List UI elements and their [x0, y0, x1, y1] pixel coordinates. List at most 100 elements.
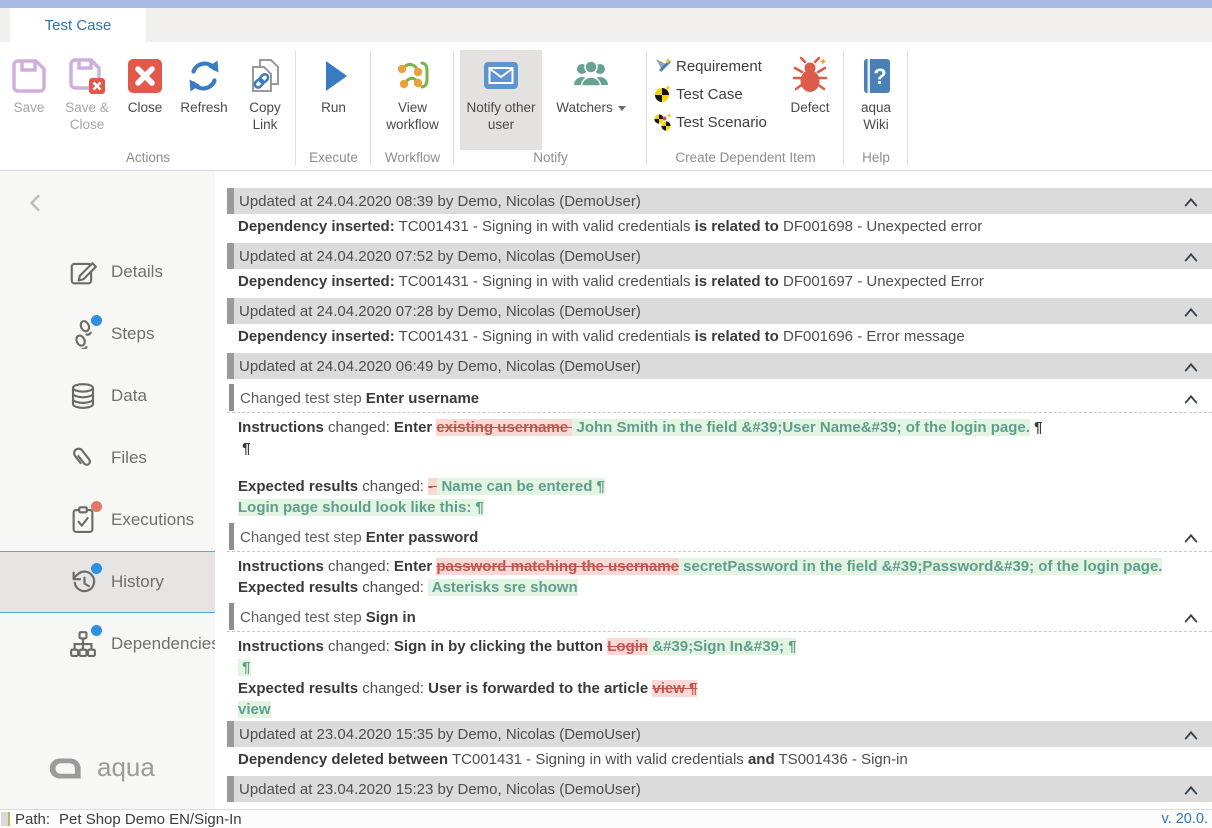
aqua-logo: aqua	[46, 752, 155, 783]
change-text: Sign in by clicking the button	[394, 638, 607, 655]
sidebar-collapse-button[interactable]	[26, 193, 46, 213]
sidebar-items: Details StepsDataFilesExecutions History De…	[0, 241, 215, 675]
run-label: Run	[321, 99, 346, 116]
chevron-down-icon	[618, 106, 626, 111]
change-text: changed:	[324, 638, 394, 655]
sidebar-item-details[interactable]: Details	[0, 241, 215, 303]
history-diff-line: Instructions changed: Enter existing use…	[227, 418, 1212, 438]
history-diff-line: Expected results changed: Asterisks sre …	[227, 578, 1212, 598]
history-entry-header[interactable]: Updated at 24.04.2020 07:28 by Demo, Nic…	[227, 298, 1212, 324]
sidebar-item-label: Details	[111, 262, 163, 282]
group-label-workflow: Workflow	[371, 150, 454, 165]
save-and-close-label: Save & Close	[56, 99, 118, 134]
collapse-chevron-icon[interactable]	[1183, 195, 1199, 207]
deleted-text: Login	[607, 638, 648, 655]
history-diff-line: ¶	[227, 658, 1212, 678]
history-diff-line: Instructions changed: Enter password mat…	[227, 557, 1212, 577]
change-text: TC001431 - Signing in with valid credent…	[395, 218, 695, 235]
group-label-notify: Notify	[454, 150, 647, 165]
inserted-text: view	[238, 701, 271, 718]
sidebar-item-executions[interactable]: Executions	[0, 489, 215, 551]
defect-label: Defect	[790, 99, 829, 116]
collapse-chevron-icon[interactable]	[1183, 305, 1199, 317]
history-entry-title: Updated at 24.04.2020 08:39 by Demo, Nic…	[239, 193, 641, 210]
save-icon	[9, 56, 49, 96]
watchers-button[interactable]: Watchers	[542, 50, 640, 116]
edit-icon	[68, 257, 98, 287]
history-change-text: Dependency deleted between TC001431 - Si…	[227, 750, 1212, 770]
create-requirement-button[interactable]: Requirement	[653, 52, 777, 80]
ribbon-group-execute: Run Execute	[296, 42, 371, 170]
refresh-label: Refresh	[180, 99, 227, 116]
defect-bug-icon	[790, 56, 830, 96]
history-diff-line: view	[227, 700, 1212, 720]
history-diff-line: Instructions changed: Sign in by clickin…	[227, 637, 1212, 657]
refresh-button[interactable]: Refresh	[172, 50, 236, 116]
close-button[interactable]: Close	[118, 50, 172, 116]
inserted-text: &#39;Sign In&#39; ¶	[648, 638, 796, 655]
collapse-chevron-icon[interactable]	[1183, 360, 1199, 372]
view-workflow-button[interactable]: View workflow	[374, 50, 452, 134]
create-defect-button[interactable]: Defect	[780, 50, 840, 116]
aqua-wiki-label: aqua Wiki	[848, 99, 904, 134]
history-entry-header[interactable]: Updated at 23.04.2020 15:35 by Demo, Nic…	[227, 721, 1212, 747]
change-text: Dependency deleted between	[238, 751, 448, 768]
history-list: Updated at 24.04.2020 08:39 by Demo, Nic…	[227, 188, 1212, 802]
window-titlebar	[0, 0, 1212, 8]
copy-link-button[interactable]: Copy Link	[236, 50, 294, 134]
sidebar-item-steps[interactable]: Steps	[0, 303, 215, 365]
test-step-change-header[interactable]: Changed test stepSign in	[227, 604, 1212, 632]
workflow-icon	[393, 56, 433, 96]
collapse-chevron-icon[interactable]	[1183, 611, 1199, 623]
create-test-case-button[interactable]: Test Case	[653, 80, 777, 108]
run-button[interactable]: Run	[307, 50, 361, 116]
save-label: Save	[14, 99, 45, 116]
history-entry-title: Updated at 23.04.2020 15:35 by Demo, Nic…	[239, 726, 641, 743]
create-test-scenario-button[interactable]: Test Scenario	[653, 108, 777, 136]
test-step-change-header[interactable]: Changed test stepEnter password	[227, 524, 1212, 552]
history-entry-title: Updated at 24.04.2020 07:52 by Demo, Nic…	[239, 248, 641, 265]
save-and-close-button[interactable]: Save & Close	[56, 50, 118, 134]
collapse-chevron-icon[interactable]	[1183, 728, 1199, 740]
test-step-change-prefix: Changed test step	[240, 529, 362, 546]
ribbon-tab-bar: Test Case	[0, 8, 1212, 42]
collapse-chevron-icon[interactable]	[1183, 531, 1199, 543]
history-entry-title: Updated at 23.04.2020 15:23 by Demo, Nic…	[239, 781, 641, 798]
inserted-text: ¶	[238, 659, 251, 676]
notify-other-user-button[interactable]: Notify other user	[460, 50, 542, 150]
status-icon	[1, 812, 10, 826]
collapse-chevron-icon[interactable]	[1183, 392, 1199, 404]
collapse-chevron-icon[interactable]	[1183, 783, 1199, 795]
deleted-text: -	[428, 478, 437, 495]
test-step-name: Enter username	[366, 390, 479, 407]
group-label-actions: Actions	[0, 150, 296, 165]
save-and-close-icon	[67, 56, 107, 96]
dependencies-icon	[68, 629, 98, 659]
red-notification-badge	[91, 501, 102, 512]
history-entry-header[interactable]: Updated at 23.04.2020 15:23 by Demo, Nic…	[227, 776, 1212, 802]
sidebar-item-label: Dependencies	[111, 634, 220, 654]
change-text: ¶	[238, 440, 251, 457]
test-case-icon	[653, 84, 673, 104]
sidebar-item-dependencies[interactable]: Dependencies	[0, 613, 215, 675]
history-entry-title: Updated at 24.04.2020 06:49 by Demo, Nic…	[239, 358, 641, 375]
save-button[interactable]: Save	[2, 50, 56, 116]
sidebar-item-history[interactable]: History	[0, 551, 215, 613]
inserted-text: Asterisks sre shown	[428, 579, 578, 596]
test-step-change-prefix: Changed test step	[240, 609, 362, 626]
sidebar-item-label: History	[111, 572, 164, 592]
watchers-icon	[571, 56, 611, 96]
history-entry-header[interactable]: Updated at 24.04.2020 07:52 by Demo, Nic…	[227, 243, 1212, 269]
collapse-chevron-icon[interactable]	[1183, 250, 1199, 262]
close-label: Close	[128, 99, 163, 116]
requirement-label: Requirement	[676, 58, 762, 75]
tab-test-case[interactable]: Test Case	[10, 8, 146, 42]
aqua-wiki-button[interactable]: ? aqua Wiki	[848, 50, 904, 134]
sidebar-item-files[interactable]: Files	[0, 427, 215, 489]
refresh-icon	[184, 56, 224, 96]
test-step-change-header[interactable]: Changed test stepEnter username	[227, 385, 1212, 413]
sidebar-item-data[interactable]: Data	[0, 365, 215, 427]
copy-link-icon	[245, 56, 285, 96]
history-entry-header[interactable]: Updated at 24.04.2020 06:49 by Demo, Nic…	[227, 353, 1212, 379]
history-entry-header[interactable]: Updated at 24.04.2020 08:39 by Demo, Nic…	[227, 188, 1212, 214]
